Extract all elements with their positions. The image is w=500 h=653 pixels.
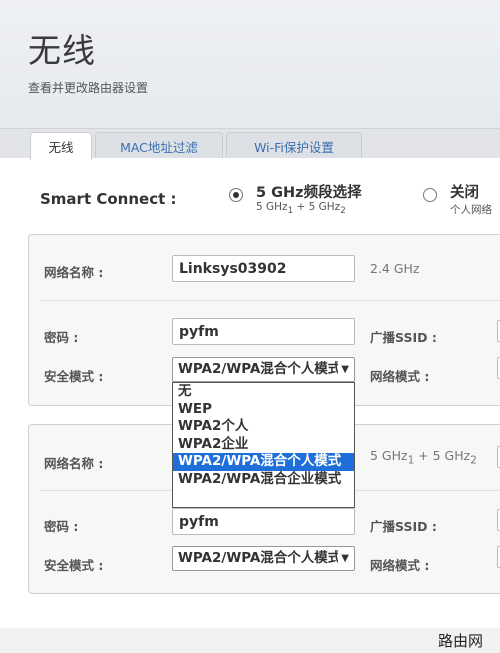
network-name-label: 网络名称 : — [44, 265, 104, 280]
security-mode-select-2-4ghz[interactable]: WPA2/WPA混合个人模式 ▼ — [172, 357, 355, 382]
band-label-2-4ghz: 2.4 GHz — [370, 261, 420, 276]
password-label-5ghz: 密码 : — [44, 519, 79, 534]
dropdown-option[interactable]: WPA2/WPA混合企业模式 — [173, 471, 354, 489]
network-mode-label: 网络模式 : — [370, 369, 430, 384]
smart-connect-off-sub: 个人网络 — [450, 204, 492, 216]
smart-connect-off-radio[interactable] — [423, 188, 437, 202]
network-mode-label-5ghz: 网络模式 : — [370, 558, 430, 573]
page-title: 无线 — [28, 31, 96, 70]
security-mode-select-5ghz[interactable]: WPA2/WPA混合个人模式 ▼ — [172, 546, 355, 571]
broadcast-ssid-label-5ghz: 广播SSID : — [370, 519, 437, 534]
dropdown-option[interactable]: 无 — [173, 383, 354, 401]
security-mode-value-5ghz: WPA2/WPA混合个人模式 — [178, 550, 342, 566]
dropdown-arrow-icon: ▼ — [338, 358, 349, 381]
watermark: 路由网 — [438, 632, 484, 650]
smart-connect-5ghz-label: 5 GHz频段选择 — [256, 185, 362, 201]
dropdown-arrow-icon: ▼ — [338, 547, 349, 570]
panel-divider — [40, 300, 500, 301]
security-mode-label: 安全模式 : — [44, 369, 104, 384]
band-label-5ghz: 5 GHz1 + 5 GHz2 — [370, 448, 477, 467]
dropdown-option[interactable]: WPA2企业 — [173, 436, 354, 454]
security-mode-value: WPA2/WPA混合个人模式 — [178, 361, 342, 377]
password-input-5ghz[interactable] — [172, 508, 355, 535]
broadcast-ssid-label: 广播SSID : — [370, 330, 437, 345]
tab-wifi-protected-setup[interactable]: Wi-Fi保护设置 — [226, 132, 362, 159]
smart-connect-5ghz-radio[interactable] — [229, 188, 243, 202]
tab-bar: 无线 MAC地址过滤 Wi-Fi保护设置 — [0, 128, 500, 160]
security-mode-label-5ghz: 安全模式 : — [44, 558, 104, 573]
page-subtitle: 查看并更改路由器设置 — [28, 81, 149, 95]
tab-mac-filter[interactable]: MAC地址过滤 — [95, 132, 223, 159]
smart-connect-off-label: 关闭 — [450, 185, 479, 201]
network-name-input-2-4ghz[interactable] — [172, 255, 355, 282]
page-header: 无线 查看并更改路由器设置 — [0, 0, 500, 130]
password-input-2-4ghz[interactable] — [172, 318, 355, 345]
smart-connect-5ghz-sub: 5 GHz1 + 5 GHz2 — [256, 201, 346, 217]
dropdown-option[interactable]: WPA2个人 — [173, 418, 354, 436]
dropdown-option-selected[interactable]: WPA2/WPA混合个人模式 — [173, 453, 354, 471]
password-label: 密码 : — [44, 330, 79, 345]
tab-wireless[interactable]: 无线 — [30, 132, 92, 160]
security-mode-dropdown-list: 无 WEP WPA2个人 WPA2企业 WPA2/WPA混合个人模式 WPA2/… — [172, 382, 355, 508]
network-name-label-5ghz: 网络名称 : — [44, 456, 104, 471]
dropdown-option[interactable]: WEP — [173, 401, 354, 419]
smart-connect-label: Smart Connect : — [40, 190, 177, 208]
